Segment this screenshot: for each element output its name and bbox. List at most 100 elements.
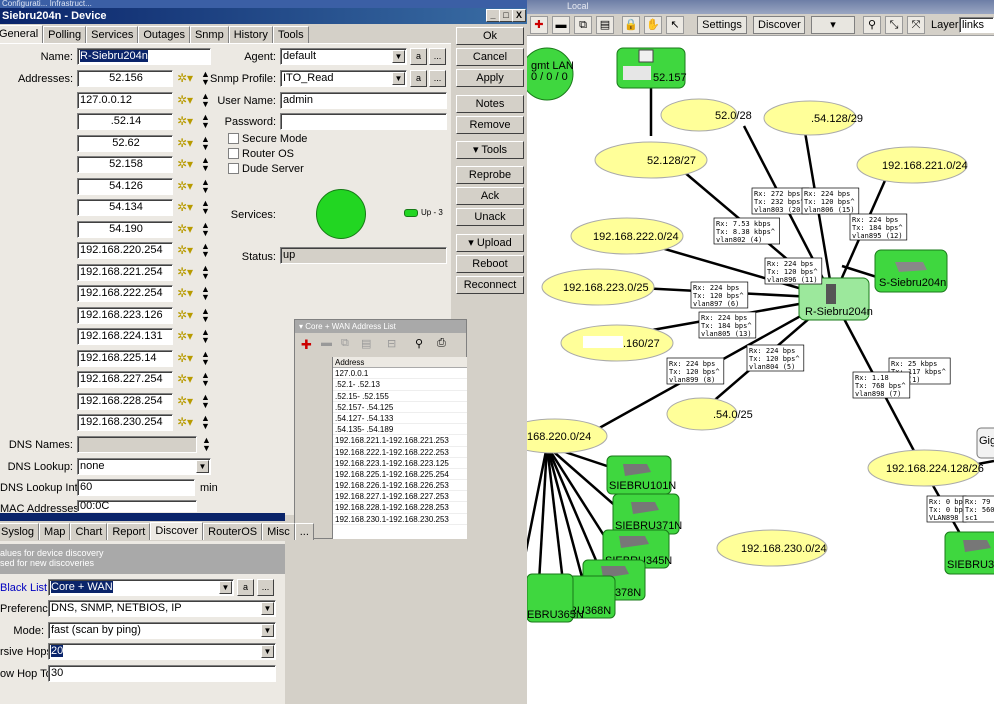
side-button-reprobe[interactable]: Reprobe bbox=[456, 166, 524, 184]
address-field[interactable]: 52.156 bbox=[77, 70, 173, 87]
zoom-fit-icon[interactable]: ⤡ bbox=[885, 16, 903, 34]
user-name-field[interactable]: admin bbox=[280, 92, 447, 109]
map-tools-button[interactable]: ▾ Tools bbox=[811, 16, 855, 47]
table-row[interactable]: 192.168.221.1-192.168.221.253 bbox=[333, 435, 467, 447]
address-field[interactable]: .52.14 bbox=[77, 113, 173, 130]
dns-interval-field[interactable]: 60 bbox=[77, 479, 195, 496]
link-traffic-label[interactable]: Rx: 7.53 kbps Tx: 8.38 kbps^ vlan802 (4) bbox=[713, 217, 780, 245]
subnet-cloud[interactable]: 192.168.222.0/24 bbox=[570, 217, 684, 255]
table-row[interactable]: 192.168.227.1-192.168.227.253 bbox=[333, 491, 467, 503]
address-updown-icon[interactable]: ▲ ▼ bbox=[201, 221, 210, 238]
side-button-tools[interactable]: ▾ Tools bbox=[456, 141, 524, 159]
device-s-siebru204n[interactable]: S-Siebru204n bbox=[874, 249, 948, 293]
subnet-cloud[interactable]: 192.168.230.0/24 bbox=[716, 529, 828, 567]
table-row[interactable]: .52.15- .52.155 bbox=[333, 391, 467, 402]
address-updown-icon[interactable]: ▲ ▼ bbox=[201, 135, 210, 152]
side-button-notes[interactable]: Notes bbox=[456, 95, 524, 113]
address-field[interactable]: 127.0.0.12 bbox=[77, 92, 173, 109]
subnet-cloud[interactable]: .54.128/29 bbox=[763, 100, 863, 136]
address-field[interactable]: 192.168.228.254 bbox=[77, 393, 173, 410]
name-field[interactable]: R-Siebru204n bbox=[77, 48, 211, 65]
password-field[interactable] bbox=[280, 113, 447, 130]
address-options-icon[interactable]: ✲▾ bbox=[177, 307, 197, 324]
side-button-apply[interactable]: Apply bbox=[456, 69, 524, 87]
snmp-profile-select[interactable]: ITO_Read ▼ bbox=[280, 70, 407, 87]
address-field[interactable]: 192.168.221.254 bbox=[77, 264, 173, 281]
device-siebru371n[interactable]: SIEBRU371N bbox=[612, 493, 682, 535]
close-icon[interactable]: X bbox=[512, 9, 526, 22]
dude-server-checkbox[interactable]: Dude Server bbox=[228, 163, 304, 175]
tab-polling[interactable]: Polling bbox=[43, 26, 87, 43]
address-updown-icon[interactable]: ▲ ▼ bbox=[201, 328, 210, 345]
black-list-edit-button[interactable]: a bbox=[237, 579, 254, 596]
address-options-icon[interactable]: ✲▾ bbox=[177, 135, 197, 152]
address-field[interactable]: 54.134 bbox=[77, 199, 173, 216]
address-field[interactable]: 192.168.224.131 bbox=[77, 328, 173, 345]
table-row[interactable]: .52.1- .52.13 bbox=[333, 379, 467, 391]
device-52-157[interactable]: 52.157 bbox=[616, 47, 687, 89]
subnet-cloud[interactable]: 192.168.224.128/26 bbox=[867, 449, 984, 487]
address-options-icon[interactable]: ✲▾ bbox=[177, 328, 197, 345]
address-field[interactable]: 52.62 bbox=[77, 135, 173, 152]
address-options-icon[interactable]: ✲▾ bbox=[177, 264, 197, 281]
paste-icon[interactable]: ▤ bbox=[361, 337, 371, 350]
link-traffic-label[interactable]: Rx: 224 bps Tx: 120 bps^ vlan896 (11) bbox=[764, 257, 823, 285]
address-options-icon[interactable]: ✲▾ bbox=[177, 156, 197, 173]
side-button-ok[interactable]: Ok bbox=[456, 27, 524, 45]
snmp-edit-button[interactable]: a bbox=[410, 70, 427, 87]
address-updown-icon[interactable]: ▲ ▼ bbox=[201, 307, 210, 324]
binoculars-icon[interactable]: ⚲ bbox=[415, 337, 423, 350]
address-field[interactable]: 192.168.230.254 bbox=[77, 414, 173, 431]
subnet-cloud[interactable]: .54.0/25 bbox=[666, 397, 753, 431]
tab-syslog[interactable]: Syslog bbox=[0, 523, 40, 540]
address-field[interactable]: 54.190 bbox=[77, 221, 173, 238]
zoom-icon[interactable]: ⤧ bbox=[907, 16, 925, 34]
agent-select[interactable]: default ▼ bbox=[280, 48, 407, 65]
link-traffic-label[interactable]: Rx: 224 bps Tx: 184 bps^ vlan805 (13) bbox=[698, 311, 757, 339]
subnet-cloud[interactable]: 192.168.221.0/24 bbox=[856, 146, 968, 184]
device-siebru31[interactable]: SIEBRU31 bbox=[944, 531, 994, 575]
black-list-more-button[interactable]: ... bbox=[257, 579, 274, 596]
link-traffic-label[interactable]: Rx: 1.18 Tx: 768 bps^ vlan898 (7) bbox=[852, 371, 911, 399]
hand-icon[interactable]: ✋ bbox=[644, 16, 662, 34]
address-field[interactable]: 192.168.223.126 bbox=[77, 307, 173, 324]
address-updown-icon[interactable]: ▲ ▼ bbox=[201, 285, 210, 302]
subnet-cloud[interactable]: 52.0/28 bbox=[660, 98, 752, 132]
lock-icon[interactable]: 🔒 bbox=[622, 16, 640, 34]
table-row[interactable]: 192.168.223.1-192.168.223.125 bbox=[333, 458, 467, 469]
table-row[interactable]: 127.0.0.1 bbox=[333, 368, 467, 380]
chevron-down-icon[interactable]: ▼ bbox=[392, 50, 405, 63]
tab-map[interactable]: Map bbox=[39, 523, 71, 540]
link-traffic-label[interactable]: Rx: 272 bps Tx: 232 bps^ vlan803 (20) bbox=[751, 187, 810, 215]
tab-general[interactable]: General bbox=[0, 25, 44, 43]
link-traffic-label[interactable]: Rx: 224 bps Tx: 184 bps^ vlan895 (12) bbox=[849, 213, 908, 241]
address-updown-icon[interactable]: ▲ ▼ bbox=[201, 199, 210, 216]
address-updown-icon[interactable]: ▲ ▼ bbox=[201, 242, 210, 259]
discover-button[interactable]: Discover bbox=[753, 16, 805, 34]
device-gig[interactable]: Gig bbox=[976, 427, 994, 459]
address-options-icon[interactable]: ✲▾ bbox=[177, 178, 197, 195]
subnet-cloud[interactable]: 52.128/27 bbox=[594, 141, 708, 179]
agent-edit-button[interactable]: a bbox=[410, 48, 427, 65]
window-titlebar[interactable]: Siebru204n - Device _ □ X bbox=[0, 8, 527, 24]
address-updown-icon[interactable]: ▲ ▼ bbox=[201, 156, 210, 173]
snmp-more-button[interactable]: ... bbox=[429, 70, 446, 87]
copy-icon[interactable]: ⧉ bbox=[341, 337, 349, 350]
binoculars-icon[interactable]: ⚲ bbox=[863, 16, 881, 34]
address-updown-icon[interactable]: ▲ ▼ bbox=[201, 264, 210, 281]
settings-button[interactable]: Settings bbox=[697, 16, 747, 34]
layer-select[interactable]: links bbox=[959, 17, 994, 33]
router-os-checkbox[interactable]: Router OS bbox=[228, 148, 294, 160]
address-updown-icon[interactable]: ▲ ▼ bbox=[201, 350, 210, 367]
tab-discover[interactable]: Discover bbox=[150, 522, 204, 540]
link-traffic-label[interactable]: Rx: 224 bps Tx: 120 bps^ vlan897 (6) bbox=[690, 281, 749, 309]
address-updown-icon[interactable]: ▲ ▼ bbox=[201, 92, 210, 109]
address-updown-icon[interactable]: ▲ ▼ bbox=[201, 393, 210, 410]
table-row[interactable]: 192.168.222.1-192.168.222.253 bbox=[333, 447, 467, 458]
dns-lookup-select[interactable]: none ▼ bbox=[77, 458, 211, 475]
chevron-down-icon[interactable]: ▼ bbox=[261, 645, 274, 658]
side-button-remove[interactable]: Remove bbox=[456, 116, 524, 134]
secure-mode-checkbox[interactable]: Secure Mode bbox=[228, 133, 307, 145]
chevron-down-icon[interactable]: ▼ bbox=[196, 460, 209, 473]
address-field[interactable]: 192.168.225.14 bbox=[77, 350, 173, 367]
